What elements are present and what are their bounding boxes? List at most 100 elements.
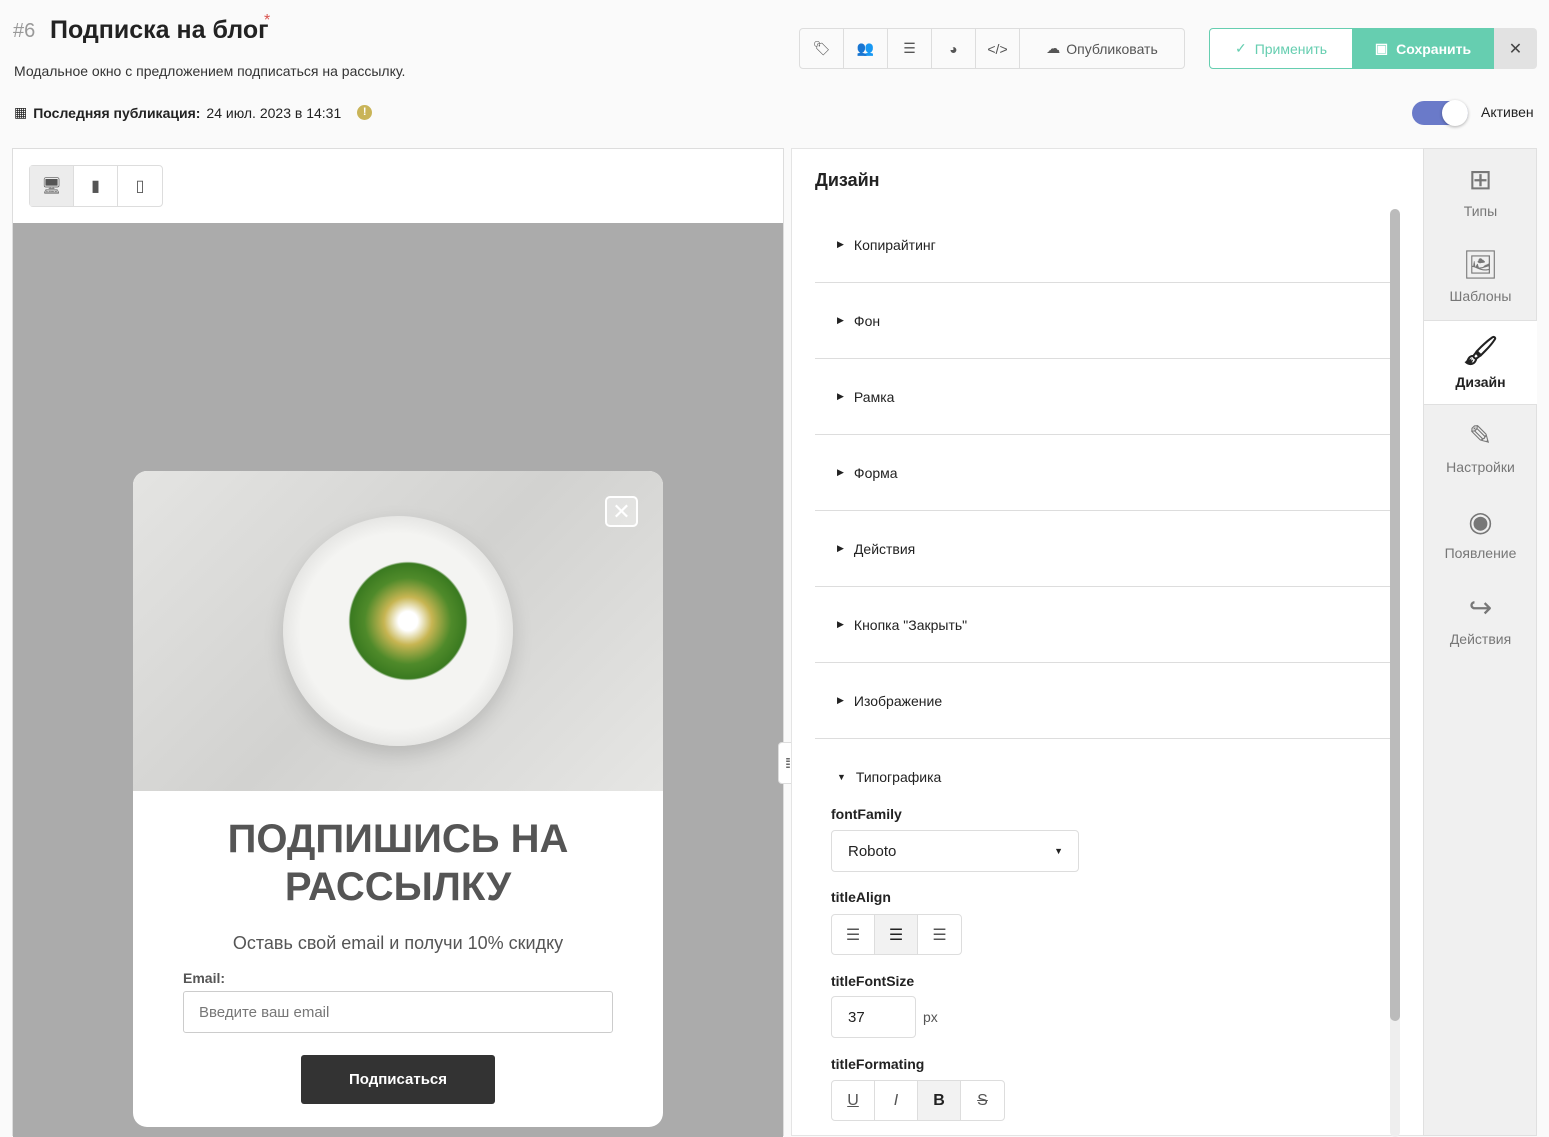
users-icon[interactable]: 👥	[844, 29, 888, 68]
align-right-icon[interactable]: ☰	[918, 915, 961, 954]
caret-right-icon: ▶	[837, 467, 844, 477]
title-font-size-label: titleFontSize	[831, 973, 915, 989]
section-label: Фон	[853, 312, 881, 329]
device-switcher: 🖥 ▮ ▯	[29, 165, 163, 207]
edit-icon: ✎	[1468, 419, 1493, 451]
last-pub-value: 24 июл. 2023 в 14:31	[206, 104, 342, 121]
sidebar-item-types[interactable]: ⊞ Типы	[1424, 149, 1537, 234]
list-icon[interactable]: ☰	[888, 29, 932, 68]
email-label: Email:	[183, 970, 226, 986]
close-button[interactable]: ✕	[1494, 28, 1537, 69]
italic-icon[interactable]: I	[875, 1081, 918, 1120]
tablet-icon[interactable]: ▮	[74, 166, 118, 206]
title-font-size-input[interactable]: 37	[831, 996, 916, 1038]
unit-label: px	[923, 1009, 938, 1025]
section-label: Действия	[853, 540, 916, 557]
publish-label: Опубликовать	[1066, 40, 1158, 57]
preview-canvas: ✕ ПОДПИШИСЬ НА РАССЫЛКУ Оставь свой emai…	[13, 223, 783, 1137]
popup-modal: ✕ ПОДПИШИСЬ НА РАССЫЛКУ Оставь свой emai…	[133, 471, 663, 1127]
sidebar-item-appearance[interactable]: ◉ Появление	[1424, 491, 1537, 576]
strikethrough-icon[interactable]: S	[961, 1081, 1004, 1120]
underline-icon[interactable]: U	[832, 1081, 875, 1120]
section-label: Копирайтинг	[853, 236, 936, 253]
sidebar-label: Шаблоны	[1449, 287, 1512, 304]
calendar-icon: ▦	[14, 104, 28, 120]
last-pub-label: Последняя публикация:	[33, 104, 201, 121]
align-center-icon[interactable]: ☰	[875, 915, 918, 954]
grid-icon: ⊞	[1468, 163, 1493, 195]
apply-button[interactable]: ✓ Применить	[1209, 28, 1353, 69]
publish-button[interactable]: ☁ Опубликовать	[1020, 29, 1184, 68]
sidebar-item-actions[interactable]: ↪ Действия	[1424, 577, 1537, 662]
page-description: Модальное окно с предложением подписатьс…	[14, 63, 406, 79]
title-align-group: ☰ ☰ ☰	[831, 914, 962, 955]
caret-right-icon: ▶	[837, 619, 844, 629]
code-icon[interactable]: </>	[976, 29, 1020, 68]
sidebar-item-settings[interactable]: ✎ Настройки	[1424, 405, 1537, 490]
sidebar-item-design[interactable]: 🖌 Дизайн	[1424, 320, 1537, 405]
sidebar-label: Действия	[1449, 630, 1512, 647]
active-toggle[interactable]	[1412, 100, 1468, 126]
page-title: Подписка на блог	[50, 16, 269, 44]
title-align-label: titleAlign	[831, 889, 891, 905]
section-border[interactable]: ▶ Рамка	[815, 359, 1390, 435]
sidebar-label: Типы	[1463, 202, 1498, 219]
design-panel: Дизайн ▶ Копирайтинг ▶ Фон ▶ Рамка ▶ Форма ▶…	[791, 148, 1424, 1137]
section-label: Форма	[853, 464, 898, 481]
unsaved-mark: *	[264, 12, 271, 29]
save-label: Сохранить	[1396, 40, 1472, 57]
sidebar-item-templates[interactable]: 🖼 Шаблоны	[1424, 234, 1537, 319]
section-label: Типографика	[855, 769, 942, 785]
section-image[interactable]: ▶ Изображение	[815, 663, 1390, 739]
paintbrush-icon: 🖌	[1462, 334, 1499, 366]
caret-right-icon: ▶	[837, 315, 844, 325]
mobile-icon[interactable]: ▯	[118, 166, 162, 206]
section-typography[interactable]: ▼ Типографика	[815, 739, 1390, 815]
action-toolbar: 🏷 👥 ☰ ◕ </> ☁ Опубликовать	[799, 28, 1185, 69]
share-icon: ↪	[1468, 591, 1493, 623]
sidebar-label: Настройки	[1446, 458, 1515, 475]
sidebar-label: Дизайн	[1455, 373, 1506, 390]
apply-label: Применить	[1254, 40, 1328, 57]
font-family-label: fontFamily	[831, 806, 902, 822]
popup-heading: ПОДПИШИСЬ НА РАССЫЛКУ	[227, 817, 569, 909]
section-label: Кнопка "Закрыть"	[853, 616, 968, 633]
scrollbar[interactable]	[1390, 209, 1400, 1137]
caret-right-icon: ▶	[837, 239, 844, 249]
font-family-value: Roboto	[848, 842, 897, 860]
subscribe-button[interactable]: Подписаться	[301, 1055, 495, 1104]
check-icon: ✓	[1234, 40, 1247, 56]
title-formatting-group: U I B S	[831, 1080, 1005, 1121]
caret-right-icon: ▶	[837, 695, 844, 705]
section-actions[interactable]: ▶ Действия	[815, 511, 1390, 587]
save-button[interactable]: ▣ Сохранить	[1352, 28, 1494, 69]
last-publication: ▦ Последняя публикация: 24 июл. 2023 в 1…	[14, 104, 373, 121]
caret-right-icon: ▶	[837, 543, 844, 553]
section-label: Изображение	[853, 692, 943, 709]
desktop-icon[interactable]: 🖥	[30, 166, 74, 206]
section-form[interactable]: ▶ Форма	[815, 435, 1390, 511]
popup-close-button[interactable]: ✕	[605, 496, 638, 527]
section-copywriting[interactable]: ▶ Копирайтинг	[815, 207, 1390, 283]
floppy-icon: ▣	[1374, 40, 1389, 56]
tags-icon[interactable]: 🏷	[800, 29, 844, 68]
section-background[interactable]: ▶ Фон	[815, 283, 1390, 359]
email-input[interactable]: Введите ваш email	[183, 991, 613, 1033]
align-left-icon[interactable]: ☰	[832, 915, 875, 954]
caret-down-icon: ▼	[837, 772, 846, 782]
chevron-down-icon: ▼	[1054, 846, 1063, 856]
section-label: Рамка	[853, 388, 895, 405]
preview-panel: 🖥 ▮ ▯ ✕ ПОДПИШИСЬ НА РАССЫЛКУ Оставь сво…	[12, 148, 784, 1137]
warning-icon[interactable]: !	[357, 105, 373, 120]
right-sidebar: ⊞ Типы 🖼 Шаблоны 🖌 Дизайн ✎ Настройки ◉ Появл…	[1423, 148, 1537, 1136]
title-formatting-label: titleFormating	[831, 1056, 925, 1072]
popup-image: ✕	[133, 471, 663, 791]
font-family-select[interactable]: Roboto ▼	[831, 830, 1079, 872]
bold-icon[interactable]: B	[918, 1081, 961, 1120]
design-title: Дизайн	[815, 170, 880, 190]
pie-chart-icon[interactable]: ◕	[932, 29, 976, 68]
images-icon: 🖼	[1462, 248, 1499, 280]
section-close-button[interactable]: ▶ Кнопка "Закрыть"	[815, 587, 1390, 663]
caret-right-icon: ▶	[837, 391, 844, 401]
popup-subtitle: Оставь свой email и получи 10% скидку	[232, 933, 564, 953]
